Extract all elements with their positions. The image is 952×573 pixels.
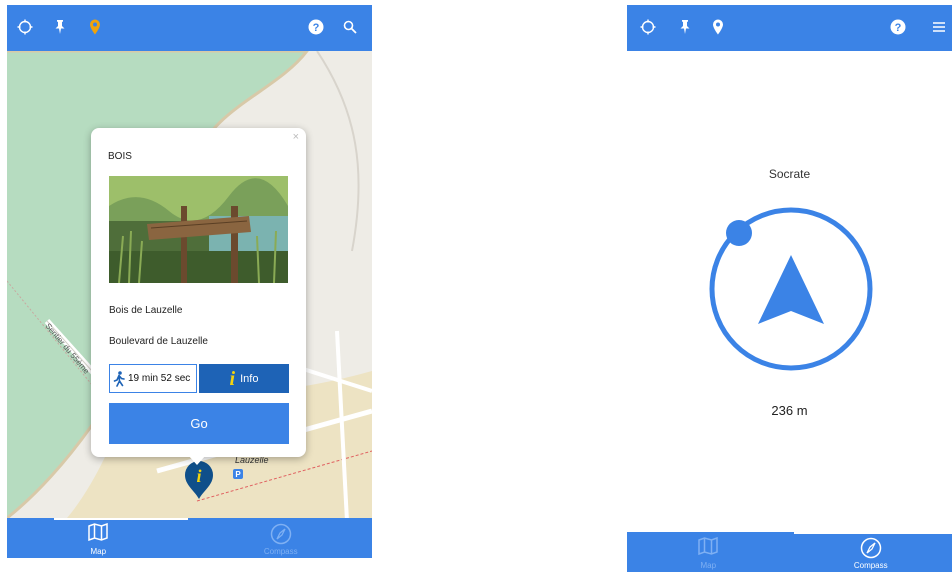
compass-icon [270,523,291,545]
bottom-tab-bar: Map Compass [7,518,372,558]
tab-compass[interactable]: Compass [190,518,373,558]
compass-dial [709,207,873,371]
bottom-tab-bar: Map Compass [627,532,952,572]
pin-icon[interactable] [49,16,71,38]
svg-text:P: P [235,470,241,479]
walk-time-button[interactable]: 19 min 52 sec [109,364,197,393]
info-button[interactable]: i Info [199,364,289,393]
map-icon [698,537,718,555]
poi-name: Bois de Lauzelle [109,305,183,316]
top-app-bar: ? [7,5,372,51]
search-icon[interactable] [339,16,361,38]
north-indicator [726,220,752,246]
help-icon[interactable]: ? [305,16,327,38]
compass-icon [860,537,881,559]
walk-time-label: 19 min 52 sec [128,373,191,384]
top-app-bar: ? [627,5,952,51]
compass-screen: ? Socrate 236 m Map Compass [627,5,952,572]
pin-icon[interactable] [674,16,696,38]
map-screen: ? Sentier du 55ème Lauzelle P i × BOIS B… [7,5,372,558]
poi-marker-icon[interactable]: i [184,460,214,500]
svg-text:i: i [196,466,201,486]
location-marker-icon[interactable] [84,16,106,38]
svg-text:?: ? [313,22,320,34]
poi-title: BOIS [108,151,132,162]
info-icon: i [229,367,236,390]
info-label: Info [240,372,259,385]
poi-address: Boulevard de Lauzelle [109,336,208,347]
locate-icon[interactable] [14,16,36,38]
location-marker-icon[interactable] [707,16,729,38]
tab-map[interactable]: Map [627,532,790,572]
tab-compass[interactable]: Compass [790,532,952,572]
locate-icon[interactable] [637,16,659,38]
target-name: Socrate [768,167,811,181]
svg-text:?: ? [895,22,902,34]
go-label: Go [190,416,208,431]
walking-icon [113,370,125,387]
direction-arrow-icon [758,255,824,324]
close-icon[interactable]: × [293,131,299,143]
go-button[interactable]: Go [109,403,289,444]
map-icon [88,523,108,541]
poi-photo [109,176,288,283]
poi-popup: × BOIS Bois de Lauzelle Boulevard de Lau… [91,128,306,457]
menu-icon[interactable] [928,16,950,38]
help-icon[interactable]: ? [887,16,909,38]
distance-readout: 236 m [771,403,808,418]
popup-tail [188,455,206,465]
tab-map[interactable]: Map [7,518,190,558]
